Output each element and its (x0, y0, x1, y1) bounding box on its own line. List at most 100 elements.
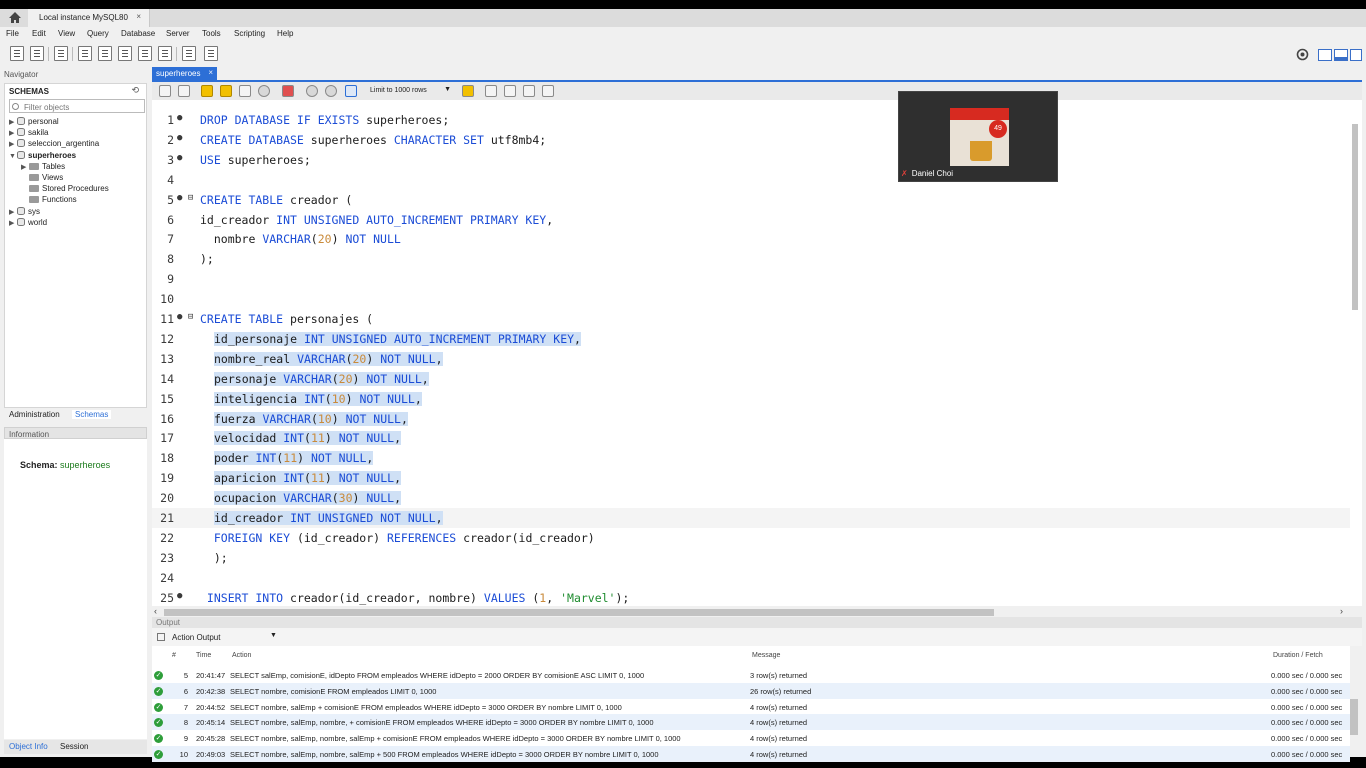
sql-editor[interactable]: 1 ● DROP DATABASE IF EXISTS superheroes; 2 ●… (152, 100, 1362, 606)
menu-server[interactable]: Server (166, 29, 190, 38)
code-line[interactable]: 17 velocidad INT(11) NOT NULL, (152, 428, 1350, 448)
execute-current-icon[interactable] (220, 85, 232, 97)
invisible-chars-icon[interactable] (523, 85, 535, 97)
menu-file[interactable]: File (6, 29, 19, 38)
menu-view[interactable]: View (58, 29, 75, 38)
scrollbar-thumb[interactable] (1352, 124, 1358, 310)
menu-scripting[interactable]: Scripting (234, 29, 265, 38)
output-row[interactable]: ✓ 7 20:44:52 SELECT nombre, salEmp + comisi… (152, 699, 1350, 715)
schema-item-superheroes[interactable]: ▼ superheroes (9, 151, 76, 162)
code-line[interactable]: 8); (152, 249, 1350, 269)
save-icon[interactable] (178, 85, 190, 97)
tree-item-views[interactable]: Views (29, 173, 63, 184)
code-line[interactable]: 5 ● ⊟ CREATE TABLE creador ( (152, 190, 1350, 210)
query-tab[interactable]: superheroes × (152, 67, 217, 80)
search-table-data-icon[interactable] (182, 46, 196, 61)
autocommit-icon[interactable] (345, 85, 357, 97)
output-row[interactable]: ✓ 6 20:42:38 SELECT nombre, comisionE FROM … (152, 682, 1350, 699)
output-row[interactable]: ✓ 8 20:45:14 SELECT nombre, salEmp, nombre,… (152, 714, 1350, 731)
code-line[interactable]: 23 ); (152, 548, 1350, 568)
filter-objects-input[interactable] (9, 99, 145, 113)
home-icon[interactable] (8, 11, 22, 24)
close-icon[interactable]: × (136, 12, 141, 21)
schema-item-sys[interactable]: ▶ sys (9, 207, 40, 218)
code-line[interactable]: 24 (152, 568, 1350, 588)
col-header-time[interactable]: Time (196, 652, 211, 659)
code-line[interactable]: 20 ocupacion VARCHAR(30) NULL, (152, 488, 1350, 508)
limit-rows-select[interactable]: Limit to 1000 rows ▼ (369, 85, 451, 97)
code-line[interactable]: 19 aparicion INT(11) NOT NULL, (152, 468, 1350, 488)
menu-edit[interactable]: Edit (32, 29, 46, 38)
code-line[interactable]: 12 id_personaje INT UNSIGNED AUTO_INCREME… (152, 329, 1350, 349)
copy-output-icon[interactable] (157, 633, 165, 641)
gear-icon[interactable] (1296, 48, 1309, 61)
schema-item-sakila[interactable]: ▶ sakila (9, 128, 48, 139)
col-header-message[interactable]: Message (752, 652, 780, 659)
expand-icon[interactable]: ▶ (21, 163, 29, 171)
code-line[interactable]: 6 id_creador INT UNSIGNED AUTO_INCREMENT … (152, 210, 1350, 230)
add-bookmark-icon[interactable] (462, 85, 474, 97)
menu-database[interactable]: Database (121, 29, 155, 38)
code-line[interactable]: 1 ● DROP DATABASE IF EXISTS superheroes; (152, 110, 1350, 130)
create-schema-icon[interactable] (78, 46, 92, 61)
find-icon[interactable] (504, 85, 516, 97)
tree-item-functions[interactable]: Functions (29, 195, 77, 206)
create-function-icon[interactable] (158, 46, 172, 61)
expand-icon[interactable]: ▶ (9, 219, 17, 227)
schema-item-seleccion-argentina[interactable]: ▶ seleccion_argentina (9, 139, 99, 150)
create-table-icon[interactable] (98, 46, 112, 61)
output-row[interactable]: ✓ 10 20:49:03 SELECT nombre, salEmp, nombre… (152, 746, 1350, 762)
beautify-icon[interactable] (485, 85, 497, 97)
code-line[interactable]: 13 nombre_real VARCHAR(20) NOT NULL, (152, 349, 1350, 369)
create-procedure-icon[interactable] (138, 46, 152, 61)
expand-icon[interactable]: ▶ (9, 129, 17, 137)
open-file-icon[interactable] (159, 85, 171, 97)
code-line[interactable]: 11 ● ⊟ CREATE TABLE personajes ( (152, 309, 1350, 329)
chevron-down-icon[interactable]: ▼ (270, 632, 277, 639)
menu-query[interactable]: Query (87, 29, 109, 38)
tree-item-tables[interactable]: ▶ Tables (21, 162, 65, 173)
code-line[interactable]: 15 inteligencia INT(10) NOT NULL, (152, 389, 1350, 409)
tab-object-info[interactable]: Object Info (9, 742, 48, 751)
code-line[interactable]: 10 (152, 289, 1350, 309)
toggle-error-icon[interactable] (282, 85, 294, 97)
close-icon[interactable]: × (208, 68, 213, 77)
col-header-duration[interactable]: Duration / Fetch (1273, 652, 1323, 659)
code-line[interactable]: 14 personaje VARCHAR(20) NOT NULL, (152, 369, 1350, 389)
toggle-output-icon[interactable] (1334, 49, 1348, 61)
code-line[interactable]: 21 id_creador INT UNSIGNED NOT NULL, (152, 508, 1350, 528)
tab-schemas[interactable]: Schemas (72, 410, 112, 419)
reconnect-icon[interactable] (204, 46, 218, 61)
code-line[interactable]: 7 nombre VARCHAR(20) NOT NULL (152, 229, 1350, 249)
stop-icon[interactable] (258, 85, 270, 97)
schema-item-personal[interactable]: ▶ personal (9, 117, 59, 128)
output-scrollbar-thumb[interactable] (1350, 699, 1358, 735)
output-row[interactable]: ✓ 5 20:41:47 SELECT salEmp, comisionE, idDe… (152, 667, 1350, 683)
expand-icon[interactable]: ▶ (9, 208, 17, 216)
collapse-icon[interactable]: ▼ (9, 153, 17, 160)
editor-vertical-scrollbar[interactable] (1350, 110, 1360, 608)
connection-tab[interactable]: Local instance MySQL80 × (28, 9, 150, 27)
explain-icon[interactable] (239, 85, 251, 97)
menu-help[interactable]: Help (277, 29, 293, 38)
code-line[interactable]: 9 (152, 269, 1350, 289)
toggle-secondary-sidebar-icon[interactable] (1350, 49, 1362, 61)
code-line[interactable]: 2 ● CREATE DATABASE superheroes CHARACTER … (152, 130, 1350, 150)
wrap-lines-icon[interactable] (542, 85, 554, 97)
rollback-icon[interactable] (325, 85, 337, 97)
code-line[interactable]: 16 fuerza VARCHAR(10) NOT NULL, (152, 409, 1350, 429)
menu-tools[interactable]: Tools (202, 29, 221, 38)
open-sql-script-icon[interactable] (30, 46, 44, 61)
col-header-number[interactable]: # (172, 652, 176, 659)
execute-icon[interactable] (201, 85, 213, 97)
expand-icon[interactable]: ▶ (9, 140, 17, 148)
tab-administration[interactable]: Administration (9, 410, 60, 419)
tree-item-stored-procedures[interactable]: Stored Procedures (29, 184, 109, 195)
output-row[interactable]: ✓ 9 20:45:28 SELECT nombre, salEmp, nombre,… (152, 730, 1350, 746)
code-line[interactable]: 18 poder INT(11) NOT NULL, (152, 448, 1350, 468)
tab-session[interactable]: Session (60, 742, 88, 751)
output-type-select[interactable]: Action Output (172, 633, 220, 642)
scrollbar-thumb[interactable] (164, 609, 994, 616)
expand-icon[interactable]: ▶ (9, 118, 17, 126)
code-line[interactable]: 4 (152, 170, 1350, 190)
